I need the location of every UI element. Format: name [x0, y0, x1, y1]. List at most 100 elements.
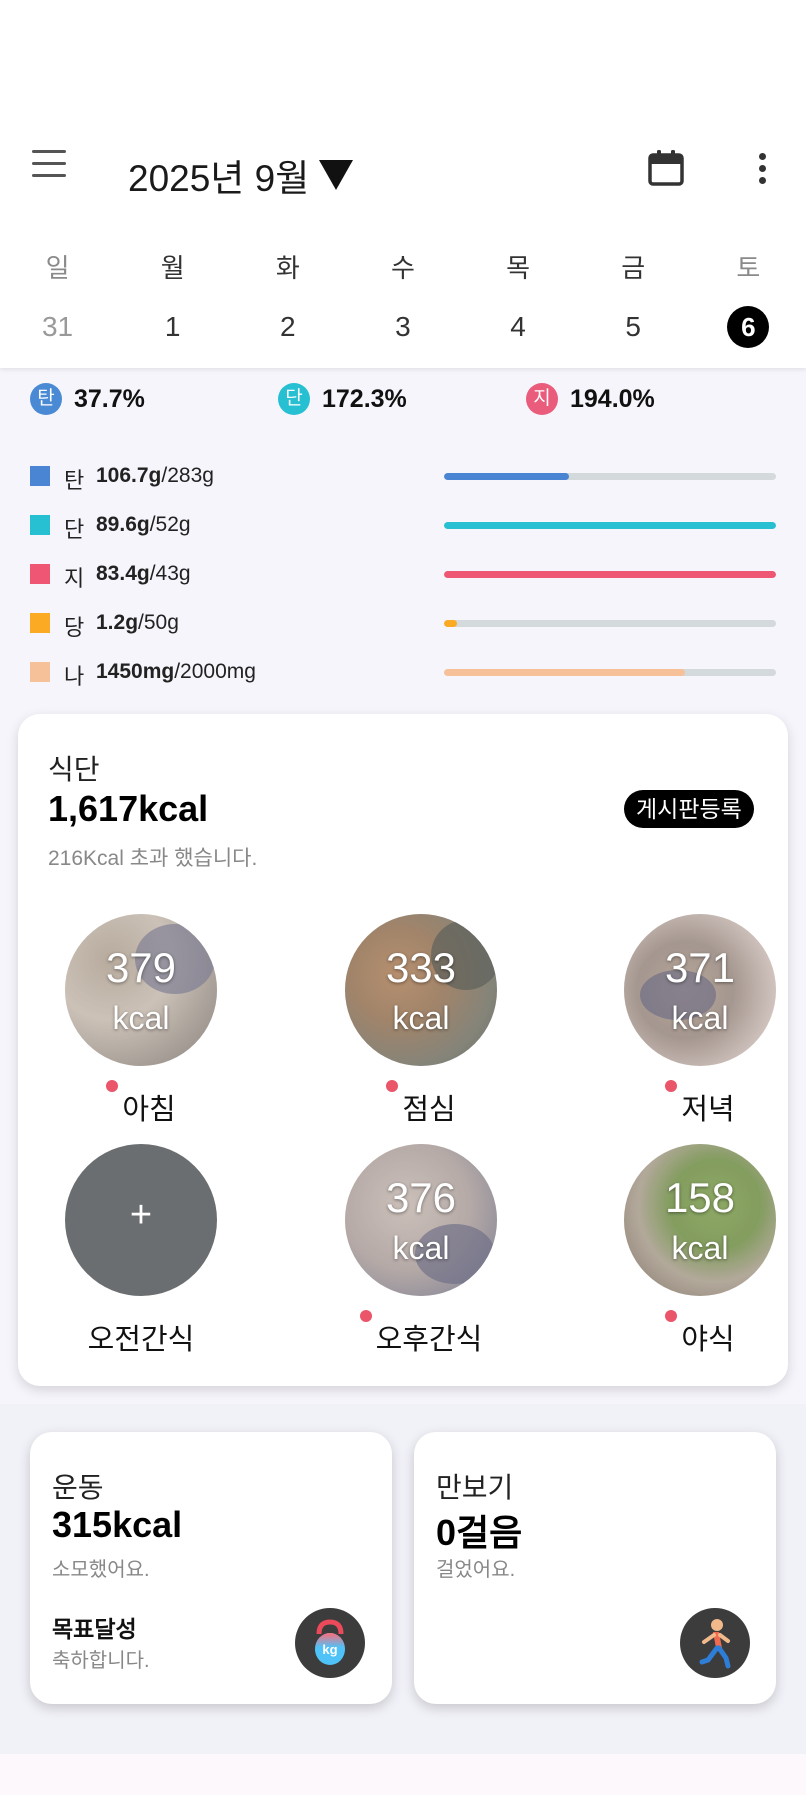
- meal-kcal-unit: kcal: [671, 1000, 729, 1036]
- date-cell[interactable]: 2: [230, 306, 345, 348]
- progress-fill: [444, 473, 570, 480]
- meal-kcal-unit: kcal: [671, 1230, 729, 1266]
- progress-bar: [444, 571, 776, 578]
- nutrient-row-protein: 단 89.6g/52g: [0, 507, 806, 556]
- nutrient-name: 당: [64, 615, 85, 640]
- bottom-strip: [0, 1754, 806, 1795]
- add-meal-button[interactable]: +: [65, 1144, 217, 1296]
- progress-fill: [444, 620, 458, 627]
- nutrient-amount: 1.2g/50g: [96, 611, 179, 634]
- board-register-button[interactable]: 게시판등록: [624, 790, 754, 828]
- meal-photo: 333 kcal: [345, 914, 497, 1066]
- meal-late-night[interactable]: 158 kcal 야식: [595, 1144, 795, 1364]
- meal-photo: 158 kcal: [624, 1144, 776, 1296]
- calendar-icon[interactable]: [646, 148, 690, 192]
- meal-lunch[interactable]: 333 kcal 점심: [316, 914, 516, 1134]
- date-cell[interactable]: 3: [345, 306, 460, 348]
- nutrient-name: 나: [64, 664, 85, 689]
- legend-square: [30, 564, 50, 584]
- carb-badge: 탄: [30, 383, 62, 415]
- meal-kcal-unit: kcal: [392, 1230, 450, 1266]
- exercise-sub: 소모했어요.: [52, 1559, 150, 1581]
- diet-sub: 216Kcal 초과 했습니다.: [48, 847, 258, 870]
- date-cell[interactable]: 5: [576, 306, 691, 348]
- date-row: 31 1 2 3 4 5 6: [0, 306, 806, 348]
- nutrient-amount: 83.4g/43g: [96, 562, 191, 585]
- meal-kcal-unit: kcal: [392, 1000, 450, 1036]
- logged-dot: [386, 1080, 399, 1092]
- logged-dot: [359, 1310, 372, 1322]
- macro-percent-row: 탄 37.7% 단 172.3% 지 194.0%: [0, 383, 806, 417]
- dropdown-triangle-icon: [319, 160, 354, 190]
- pedometer-steps: 0걸음: [436, 1512, 523, 1553]
- meal-morning-snack[interactable]: + 오전간식: [36, 1144, 236, 1364]
- nutrient-amount: 1450mg/2000mg: [96, 660, 256, 683]
- date-cell[interactable]: 31: [0, 306, 115, 348]
- macro-carb: 탄 37.7%: [30, 383, 145, 415]
- exercise-card[interactable]: 운동 315kcal 소모했어요. 목표달성 축하합니다. kg: [30, 1432, 392, 1704]
- legend-square: [30, 662, 50, 682]
- runner-icon[interactable]: [680, 1608, 750, 1678]
- weekday-label: 월: [160, 253, 185, 283]
- meal-label: 오후간식: [316, 1310, 526, 1358]
- legend-square: [30, 466, 50, 486]
- logged-dot: [106, 1080, 119, 1092]
- nutrient-name: 탄: [64, 468, 85, 493]
- weekday-label: 화: [275, 253, 300, 283]
- date-cell-selected[interactable]: 6: [691, 306, 806, 348]
- macro-protein: 단 172.3%: [278, 383, 407, 415]
- progress-fill: [444, 571, 776, 578]
- meal-label: 오전간식: [87, 1324, 195, 1356]
- diet-kcal: 1,617kcal: [48, 788, 209, 829]
- meal-dinner[interactable]: 371 kcal 저녁: [595, 914, 795, 1134]
- macro-fat: 지 194.0%: [526, 383, 655, 415]
- meal-photo: 371 kcal: [624, 914, 776, 1066]
- weekday-row: 일 월 화 수 목 금 토: [0, 248, 806, 285]
- protein-percent: 172.3%: [322, 384, 407, 413]
- logged-dot: [665, 1310, 678, 1322]
- progress-bar: [444, 522, 776, 529]
- meal-afternoon-snack[interactable]: 376 kcal 오후간식: [316, 1144, 516, 1364]
- app-header: 2025년 9월 일 월 화 수 목 금 토 31 1 2 3 4 5 6: [0, 0, 806, 368]
- date-cell[interactable]: 1: [115, 306, 230, 348]
- meal-kcal: 376: [385, 1174, 457, 1221]
- carb-percent: 37.7%: [74, 384, 145, 413]
- weekday-label: 수: [390, 253, 415, 283]
- fat-percent: 194.0%: [570, 384, 655, 413]
- diet-title: 식단: [48, 754, 100, 785]
- kettlebell-icon[interactable]: kg: [295, 1608, 365, 1678]
- nutrient-name: 지: [64, 566, 85, 591]
- legend-square: [30, 515, 50, 535]
- meal-label: 아침: [36, 1080, 246, 1128]
- more-options-icon[interactable]: [744, 150, 780, 190]
- month-selector[interactable]: 2025년 9월: [128, 148, 354, 202]
- menu-icon[interactable]: [28, 150, 74, 190]
- plus-icon: +: [129, 1194, 153, 1236]
- progress-fill: [444, 669, 685, 676]
- progress-fill: [444, 522, 776, 529]
- progress-bar: [444, 620, 776, 627]
- meal-label: 야식: [595, 1310, 805, 1358]
- weekday-label: 금: [621, 253, 646, 283]
- svg-text:kg: kg: [322, 1642, 337, 1657]
- pedometer-title: 만보기: [436, 1472, 514, 1503]
- progress-bar: [444, 669, 776, 676]
- meal-label: 점심: [316, 1080, 526, 1128]
- meal-kcal: 371: [664, 944, 736, 991]
- nutrient-amount: 106.7g/283g: [96, 464, 214, 487]
- nutrient-row-sodium: 나 1450mg/2000mg: [0, 654, 806, 703]
- date-cell[interactable]: 4: [461, 306, 576, 348]
- pedometer-sub: 걸었어요.: [436, 1559, 516, 1581]
- meal-breakfast[interactable]: 379 kcal 아침: [36, 914, 236, 1134]
- meal-kcal: 333: [385, 944, 457, 991]
- exercise-title: 운동: [52, 1472, 104, 1503]
- progress-bar: [444, 473, 776, 480]
- meal-kcal: 158: [664, 1174, 736, 1221]
- weekday-label: 일: [45, 253, 70, 283]
- nutrient-name: 단: [64, 517, 85, 542]
- nutrient-row-sugar: 당 1.2g/50g: [0, 605, 806, 654]
- meal-photo: 376 kcal: [345, 1144, 497, 1296]
- meal-label: 저녁: [595, 1080, 805, 1128]
- diet-card[interactable]: 식단 1,617kcal 216Kcal 초과 했습니다. 게시판등록 379 …: [18, 714, 788, 1386]
- pedometer-card[interactable]: 만보기 0걸음 걸었어요.: [414, 1432, 776, 1704]
